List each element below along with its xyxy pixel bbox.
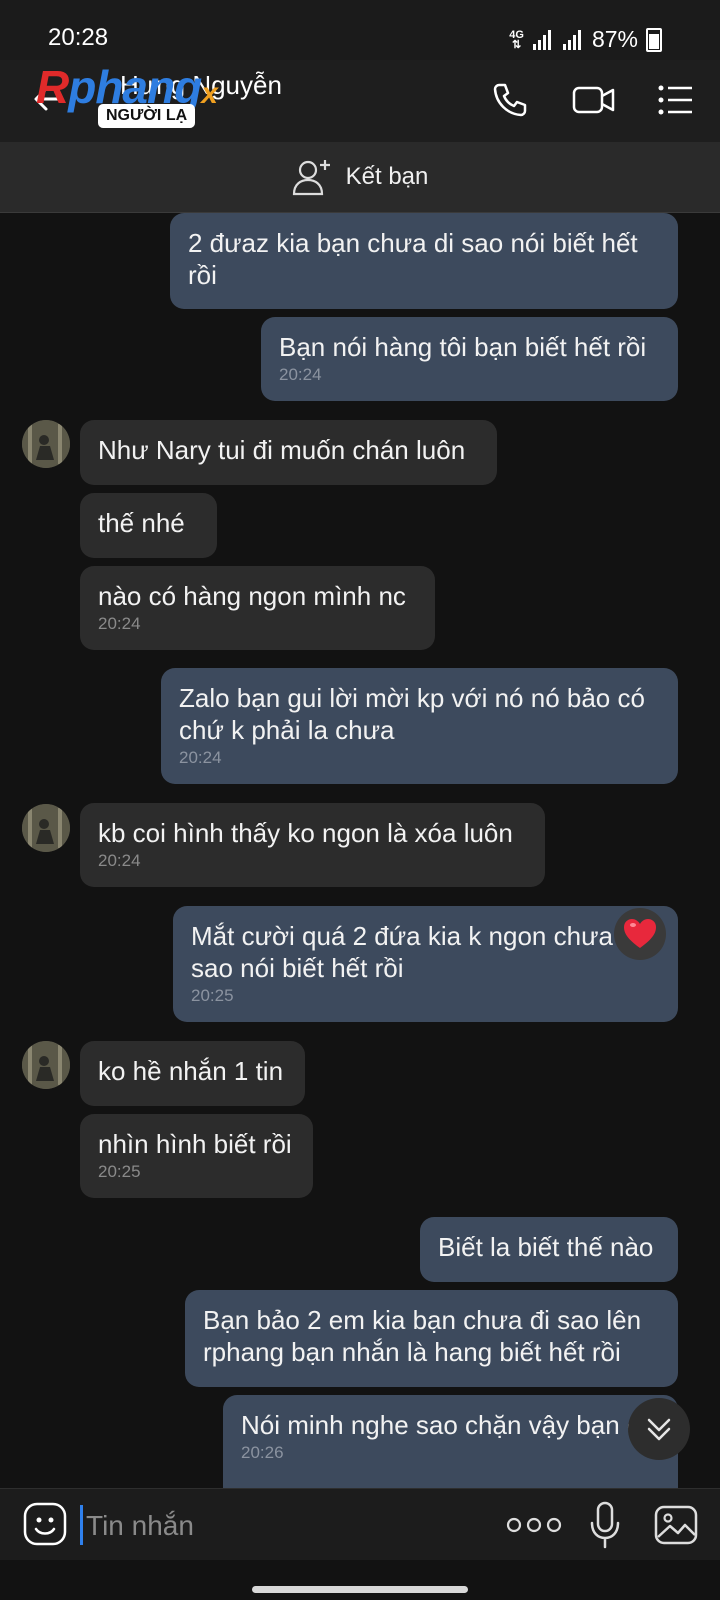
message-incoming[interactable]: thế nhé [80, 493, 217, 558]
avatar[interactable] [22, 420, 70, 468]
message-time: 20:24 [279, 365, 322, 384]
message-outgoing[interactable]: Nói minh nghe sao chặn vậy bạn ơi 20:26 [223, 1395, 678, 1488]
sticker-icon[interactable] [22, 1501, 68, 1547]
microphone-icon[interactable] [588, 1501, 622, 1549]
message-outgoing[interactable]: Zalo bạn gui lời mời kp với nó nó bảo có… [161, 668, 678, 784]
phone-icon[interactable] [490, 80, 530, 120]
avatar[interactable] [22, 804, 70, 852]
battery-icon [646, 27, 662, 52]
more-options-icon[interactable] [506, 1511, 562, 1539]
stranger-badge: NGƯỜI LẠ [98, 104, 196, 128]
menu-list-icon[interactable] [656, 80, 696, 120]
message-outgoing[interactable]: Bạn nói hàng tôi bạn biết hết rồi 20:24 [261, 317, 678, 401]
message-incoming[interactable]: nhìn hình biết rồi 20:25 [80, 1114, 313, 1198]
message-time: 20:25 [98, 1162, 141, 1181]
add-user-icon [292, 160, 330, 196]
signal-icon [562, 29, 581, 50]
system-navigation-bar [0, 1560, 720, 1600]
chat-header: Hưng Nguyễn Rphangx NGƯỜI LẠ [0, 60, 720, 142]
network-type-icon: 4G ⇅ [509, 28, 524, 51]
message-outgoing[interactable]: Bạn bảo 2 em kia bạn chưa đi sao lên rph… [185, 1290, 678, 1387]
status-bar: 20:28 4G ⇅ 87% [0, 0, 720, 60]
message-incoming[interactable]: nào có hàng ngon mình nc 20:24 [80, 566, 435, 650]
avatar[interactable] [22, 1041, 70, 1089]
battery-percent: 87% [591, 26, 638, 52]
message-incoming[interactable]: kb coi hình thấy ko ngon là xóa luôn 20:… [80, 803, 545, 887]
double-chevron-down-icon [647, 1418, 671, 1441]
text-cursor [80, 1505, 83, 1545]
video-call-icon[interactable] [572, 80, 616, 120]
message-incoming[interactable]: ko hề nhắn 1 tin [80, 1041, 305, 1106]
signal-icon [532, 29, 551, 50]
message-time: 20:24 [98, 851, 141, 870]
message-time: 20:26 [241, 1443, 284, 1462]
message-outgoing[interactable]: Mắt cười quá 2 đứa kia k ngon chưa đi sa… [173, 906, 678, 1022]
status-icons: 4G ⇅ 87% [509, 26, 662, 53]
add-friend-label: Kết bạn [345, 163, 429, 190]
message-input-bar [0, 1488, 720, 1561]
scroll-to-bottom-button[interactable] [628, 1398, 690, 1460]
message-outgoing[interactable]: 2 đưaz kia bạn chưa di sao nói biết hết … [170, 213, 678, 309]
message-time: 20:24 [179, 748, 222, 767]
heart-reaction-icon[interactable] [614, 908, 666, 960]
home-indicator[interactable] [252, 1586, 468, 1593]
message-time: 20:24 [98, 614, 141, 633]
add-friend-bar[interactable]: Kết bạn [0, 142, 720, 213]
message-time: 20:25 [191, 986, 234, 1005]
message-outgoing[interactable]: Biết la biết thế nào [420, 1217, 678, 1282]
image-gallery-icon[interactable] [654, 1503, 698, 1547]
message-incoming[interactable]: Như Nary tui đi muốn chán luôn [80, 420, 497, 485]
message-input[interactable] [84, 1503, 468, 1549]
status-time: 20:28 [48, 24, 109, 51]
